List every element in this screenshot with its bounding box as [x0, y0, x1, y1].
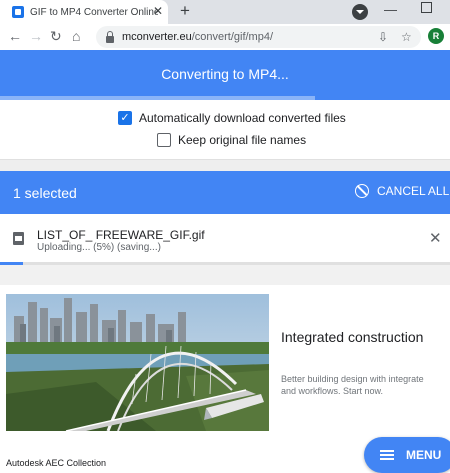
menu-button[interactable]: MENU: [364, 437, 450, 473]
profile-avatar[interactable]: R: [428, 28, 444, 44]
keep-names-checkbox[interactable]: [157, 133, 171, 147]
auto-download-label: Automatically download converted files: [139, 111, 346, 125]
new-tab-button[interactable]: +: [180, 1, 190, 21]
file-name: LIST_OF_ FREEWARE_GIF.gif: [37, 228, 205, 242]
lock-icon[interactable]: [106, 30, 114, 43]
install-app-icon[interactable]: ⇩: [378, 30, 388, 44]
bridge-illustration: [6, 294, 269, 431]
cancel-icon: [355, 184, 369, 198]
converting-banner: Converting to MP4...: [0, 50, 450, 100]
ad-description: Better building design with integrate an…: [281, 373, 450, 397]
file-status: Uploading... (5%) (saving...): [37, 242, 161, 253]
maximize-icon[interactable]: [421, 2, 432, 13]
auto-download-checkbox[interactable]: ✓: [118, 111, 132, 125]
menu-label: MENU: [406, 448, 442, 462]
conversion-options: ✓ Automatically download converted files…: [0, 100, 450, 160]
url-domain: mconverter.eu: [122, 31, 192, 43]
reload-icon[interactable]: ↻: [50, 28, 62, 44]
remove-file-icon[interactable]: ✕: [429, 231, 442, 246]
minimize-icon[interactable]: —: [384, 2, 397, 17]
ad-description-line: and workflows. Start now.: [281, 386, 384, 396]
forward-icon[interactable]: →: [29, 28, 43, 44]
keep-names-option[interactable]: Keep original file names: [157, 133, 306, 147]
tab-title: GIF to MP4 Converter Online: [30, 6, 158, 18]
hamburger-menu-icon: [380, 450, 394, 460]
file-list-item: LIST_OF_ FREEWARE_GIF.gif Uploading... (…: [0, 214, 450, 262]
section-divider: [0, 160, 450, 171]
banner-title: Converting to MP4...: [161, 66, 289, 82]
back-icon[interactable]: ←: [8, 28, 22, 44]
ad-image-bridge[interactable]: [6, 294, 269, 431]
selected-count: 1 selected: [13, 185, 77, 201]
section-divider: [0, 265, 450, 285]
ad-brand[interactable]: Autodesk AEC Collection: [6, 458, 106, 468]
url-path: /convert/gif/mp4/: [191, 31, 274, 43]
address-bar[interactable]: mconverter.eu/convert/gif/mp4/ ⇩ ☆: [96, 26, 421, 48]
browser-toolbar: ← → ↻ ⌂ mconverter.eu/convert/gif/mp4/ ⇩…: [0, 24, 450, 50]
home-icon[interactable]: ⌂: [72, 28, 80, 44]
url-text[interactable]: mconverter.eu/convert/gif/mp4/: [122, 31, 273, 43]
auto-download-option[interactable]: ✓ Automatically download converted files: [118, 111, 346, 125]
browser-tab[interactable]: GIF to MP4 Converter Online ✕: [0, 0, 168, 24]
browser-tabstrip: GIF to MP4 Converter Online ✕ + —: [0, 0, 450, 24]
tab-close-icon[interactable]: ✕: [153, 4, 163, 18]
image-file-icon: [13, 232, 24, 245]
ad-description-line: Better building design with integrate: [281, 374, 424, 384]
tab-search-icon[interactable]: [352, 4, 368, 20]
ad-headline[interactable]: Integrated construction: [281, 329, 423, 345]
cancel-all-label: CANCEL ALL: [377, 184, 450, 198]
keep-names-label: Keep original file names: [178, 133, 307, 147]
selection-bar: 1 selected CANCEL ALL: [0, 171, 450, 214]
favicon-icon: [12, 6, 24, 18]
cancel-all-button[interactable]: CANCEL ALL: [355, 184, 449, 198]
bookmark-star-icon[interactable]: ☆: [401, 30, 412, 44]
